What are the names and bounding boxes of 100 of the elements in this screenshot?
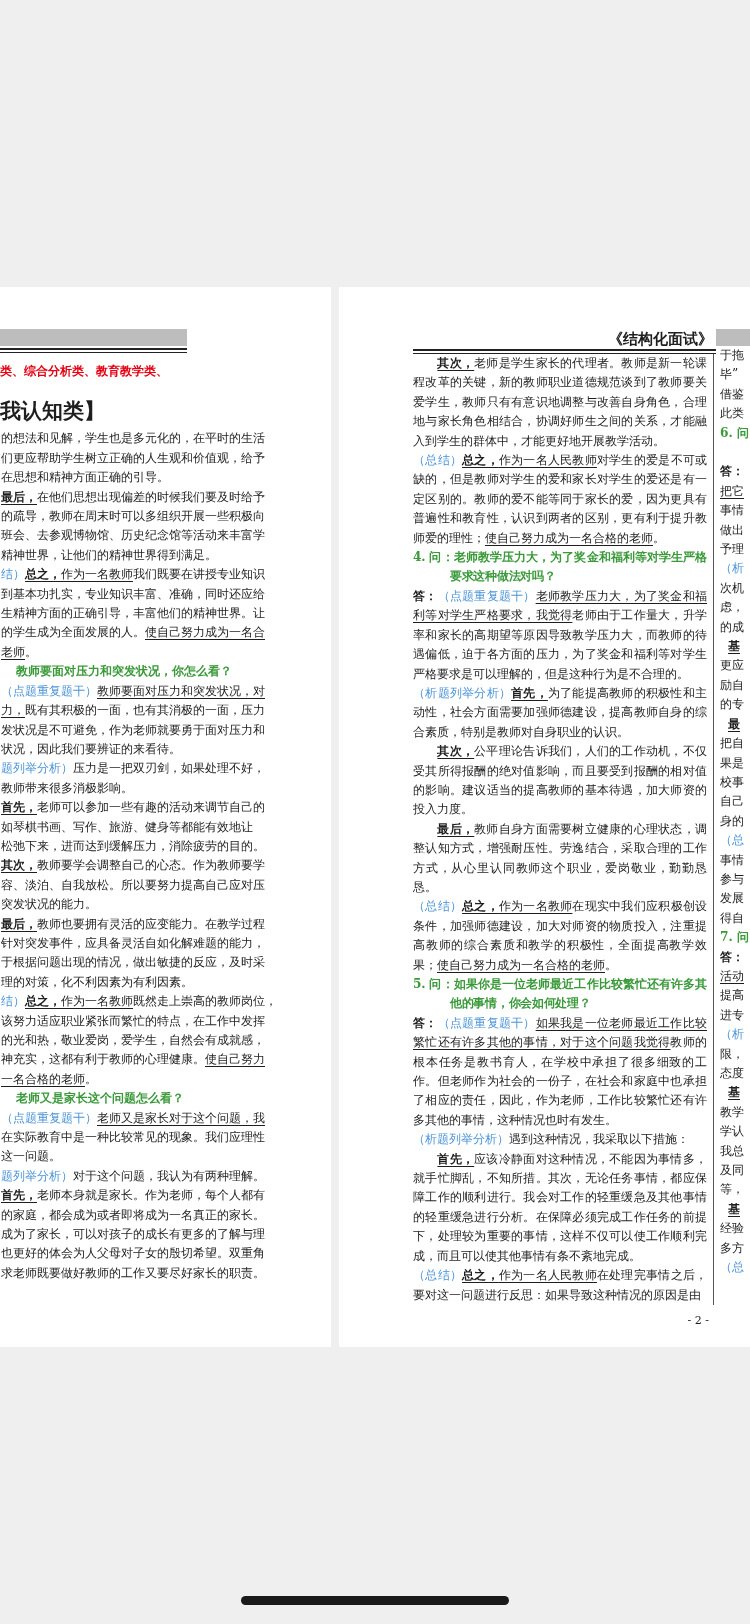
text-line: 的专 [719,696,744,714]
text-line: 最后，在他们思想出现偏差的时候我们要及时给予 [0,488,265,506]
text-line: 予理 [719,541,744,559]
question-text: 5. 问：如果你是一位老师最近工作比较繁忙还有许多其他的事情，你会如何处理？ [413,976,707,1013]
paragraph: （总结）总之，作为一名人民教师在处理完事情之后，要对这一问题进行反思：如果导致这种情况的原因是由 [413,1267,707,1304]
text-line: （总 [719,1259,744,1277]
text-line: 的学生成为全面发展的人。使自己努力成为一名合 [0,624,265,642]
text-line: 基 [727,638,740,656]
text-line: 在实际教育中是一种比较常见的现象。我们应理性 [0,1129,265,1147]
text-line: 结）总之，作为一名教师既然走上崇高的教师岗位， [0,993,277,1011]
section-heading: 我认知类】 [0,397,105,426]
text-line: 结）总之，作为一名教师我们既要在讲授专业知识 [0,566,265,584]
text-line: 的疏导，教师在周末时可以多组织开展一些积极向 [0,508,265,526]
text-line: 答： [719,463,744,481]
header-bar [716,329,750,346]
paragraph: 答：（点题重复题干）如果我是一位老师最近工作比较繁忙还有许多其他的事情，对于这个问题我觉得教师的根本任务是教书育人，在学校中承担了很多细致的工作。但老师作为社会的一份子，在社会和家庭中也承担了相应的责任，因此，作为老师，工作比较繁忙还有许多其他的事情，这种情况也时有发生。 [413,1014,707,1129]
text-line: 容、淡泊、自我放松。所以要努力提高自己应对压 [0,876,265,894]
text-line: 松弛下来，进而达到缓解压力，消除疲劳的目的。 [0,837,265,855]
text-line: 班会、去参观博物馆、历史纪念馆等活动来丰富学 [0,527,265,545]
text-line: 校事 [719,773,744,791]
section-subtitle: 类、综合分析类、教育教学类、 [0,363,168,380]
text-line: 更应 [719,657,744,675]
text-line: 一名合格的老师。 [0,1070,97,1088]
paragraph: 首先，应该冷静面对这种情况，不能因为事情多，就手忙脚乱，不知所措。其次，无论任务事情，都应保障工作的顺利进行。我会对工作的轻重缓急及其他事情的轻重缓急进行分析。在保障必须完成工作任务的前提下，处理较为重要的事情，这样不仅可以使工作顺利完成，而且可以使其他事情有条不紊地完成。 [413,1150,707,1265]
text-line: 基 [727,1200,740,1218]
text-line: 6. 问 [719,424,749,442]
text-line: （总 [719,832,744,850]
text-line: 在思想和精神方面正确的引导。 [0,469,169,487]
text-line: 教师要面对压力和突发状况，你怎么看？ [15,663,232,681]
text-line: 针对突发事件，应具备灵活自如化解难题的能力， [0,934,265,952]
text-line: 得自 [719,909,744,927]
page-number: - 2 - [687,1313,709,1327]
paragraph: 最后，教师自身方面需要树立健康的心理状态，调整认知方式，增强耐压性。劳逸结合，采取合理的工作方式，从心里认同教师这个职业，爱岗敬业，勤勤恳恳。 [413,820,707,896]
text-line: 的想法和见解，学生也是多元化的，在平时的生活 [0,430,265,448]
text-line: 的成 [719,618,744,636]
text-line: 状况，因此我们要辨证的来看待。 [0,740,181,758]
text-line: 到基本功扎实，专业知识丰富、准确，同时还应给 [0,585,265,603]
text-line: 题列举分析）压力是一把双刃剑，如果处理不好， [0,760,265,778]
text-line: 首先，老师可以参加一些有趣的活动来调节自己的 [0,799,265,817]
text-line: 最后，教师也要拥有灵活的应变能力。在教学过程 [0,915,265,933]
text-line: 理的对策，化不利因素为有利因素。 [0,973,193,991]
text-line: 提高 [719,987,744,1005]
paragraph: （总结）总之，作为一名人民教师对学生的爱是不可或缺的，但是教师对学生的爱和家长对学生的爱还是有一定区别的。教师的爱不能等同于家长的爱，因为更具有普遍性和教育性，认识到两者的区别，更有利于提升教师爱的理性；使自己努力成为一名合格的老师。 [413,452,707,547]
text-line: 突发状况的能力。 [0,896,97,914]
text-line: 最 [727,715,740,733]
paragraph: 其次，老师是学生家长的代理者。教师是新一轮课程改革的关键，新的教师职业道德规范谈到了教师要关爱学生，教师只有有意识地调整与改善自身角色，合理地与家长角色相结合，协调好师生之间的关系，才能融入到学生的群体中，才能更好地开展教学活动。 [413,355,707,450]
text-line: 等， [719,1181,744,1199]
text-line: 发展 [719,890,744,908]
text-line: 其次，教师要学会调整自己的心态。作为教师要学 [0,857,265,875]
text-line: 限， [719,1045,744,1063]
text-line: 如琴棋书画、写作、旅游、健身等都能有效地让 [0,818,253,836]
text-line: 毕” [719,366,739,384]
paragraph: （析题列举分析）遇到这种情况，我采取以下措施： [413,1131,690,1149]
text-line: 也更好的体会为人父母对子女的殷切希望。双重角 [0,1245,265,1263]
text-line: 做出 [719,521,744,539]
text-line: 神充实，这都有利于教师的心理健康。使自己努力 [0,1051,265,1069]
text-line: 活动 [719,968,744,985]
text-line: 基 [727,1084,740,1102]
text-line: 该努力适应职业紧张而繁忙的特点，在工作中发挥 [0,1012,265,1030]
text-line: 把它 [719,482,744,500]
text-line: 求老师既要做好教师的工作又要尽好家长的职责。 [0,1264,265,1282]
text-line: 们更应帮助学生树立正确的人生观和价值观，给予 [0,449,265,467]
text-line: 次机 [719,579,744,597]
text-line: 发状况是不可避免，作为老师就要勇于面对压力和 [0,721,265,739]
text-line: （析 [719,560,744,578]
text-line: 答： [719,948,744,966]
text-line: （点题重复题干）教师要面对压力和突发状况，对 [0,682,265,700]
text-line: 虑， [719,599,744,617]
text-line: 经验 [719,1220,744,1238]
paragraph: （析题列举分析）首先，为了能提高教师的积极性和主动性，社会方面需要加强师德建设，提高教师自身的综合素质，特别是教师对自身职业的认识。 [413,684,707,741]
text-line: 首先，老师本身就是家长。作为老师，每个人都有 [0,1187,265,1205]
text-line: 借鉴 [719,385,744,403]
text-line: 进专 [719,1006,744,1024]
text-line: 事情 [719,502,744,520]
text-line: 及同 [719,1162,744,1180]
text-line: 我总 [719,1142,744,1160]
text-line: 7. 问 [719,929,749,947]
text-line: 身的 [719,812,744,830]
text-line: 的光和热，敬业爱岗，爱学生，自然会有成就感， [0,1032,265,1049]
text-line: 题列举分析）对于这个问题，我认为有两种理解。 [0,1167,265,1185]
text-line: 励自 [719,676,744,694]
text-line: 老师又是家长这个问题怎么看？ [15,1090,184,1108]
paragraph: （总结）总之，作为一名教师在现实中我们应积极创设条件，加强师德建设，加大对师资的物质投入，注重提高教师的综合素质和教学的积极性，全面提高教学效果；使自己努力成为一名合格的老师。 [413,898,707,974]
question-text: 4. 问：老师教学压力大，为了奖金和福利等对学生严格要求这种做法对吗？ [413,549,707,586]
text-line: 多方 [719,1239,744,1257]
text-line: 参与 [719,870,744,888]
text-line: 把自 [719,735,744,753]
text-line: （点题重复题干）老师又是家长对于这个问题，我 [0,1109,265,1127]
text-line: 教学 [719,1103,744,1121]
text-line: 生精神方面的正确引导，丰富他们的精神世界。让 [0,605,265,623]
text-line: 学认 [719,1123,744,1141]
text-line: （析 [719,1026,744,1044]
text-line: 态度 [719,1065,744,1082]
page-header: 《结构化面试》 [608,330,713,348]
text-line: 事情 [719,851,744,869]
home-indicator[interactable] [241,1596,509,1605]
text-line: 成为了家长，可以对孩子的成长有更多的了解与理 [0,1226,265,1244]
text-line: 于根据问题出现的情况，做出敏捷的反应，及时采 [0,954,265,972]
text-line: 教师带来很多消极影响。 [0,779,133,797]
text-line: 的家庭，都会成为或者即将成为一名真正的家长。 [0,1206,265,1224]
